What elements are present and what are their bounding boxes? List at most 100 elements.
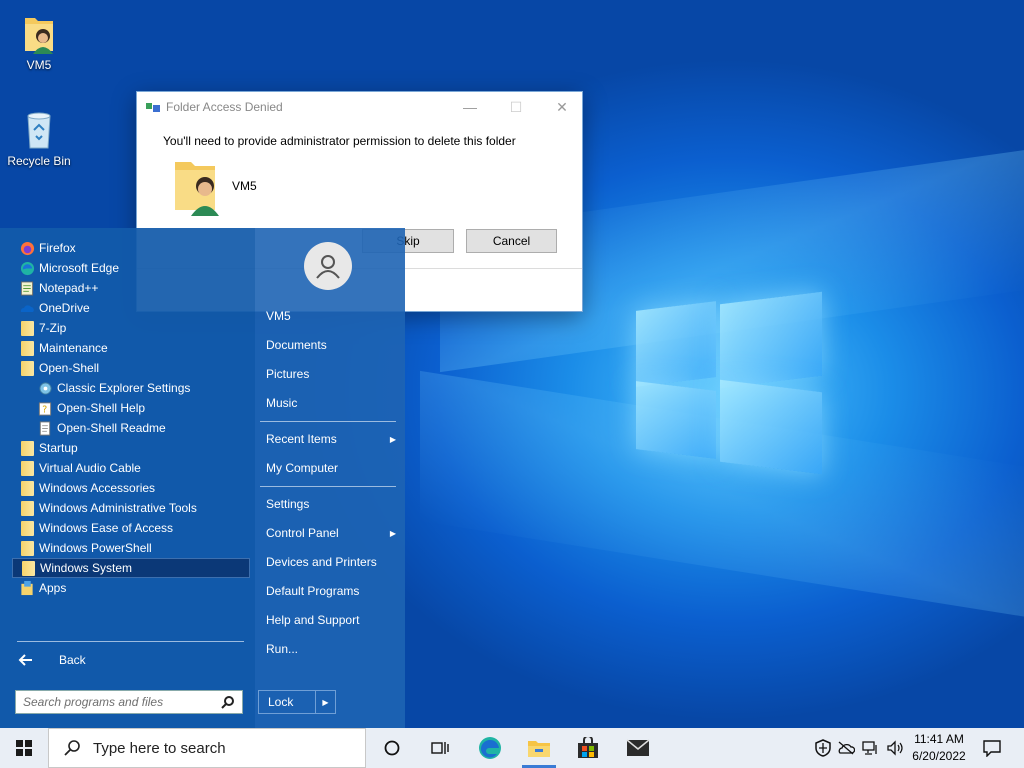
program-item-windows-system[interactable]: Windows System — [12, 558, 250, 578]
place-item-music[interactable]: Music — [266, 393, 396, 413]
program-item-windows-powershell[interactable]: Windows PowerShell — [12, 538, 250, 558]
user-avatar[interactable] — [304, 242, 352, 290]
tray-volume-button[interactable] — [884, 728, 906, 768]
taskbar-clock[interactable]: 11:41 AM 6/20/2022 — [904, 731, 974, 765]
folder-icon — [18, 460, 36, 476]
place-item-vm5[interactable]: VM5 — [266, 306, 396, 326]
program-item-windows-accessories[interactable]: Windows Accessories — [12, 478, 250, 498]
program-item-label: Open-Shell — [39, 361, 100, 375]
program-item-label: Classic Explorer Settings — [57, 381, 191, 395]
program-item-windows-administrative-tools[interactable]: Windows Administrative Tools — [12, 498, 250, 518]
taskbar-mail-button[interactable] — [614, 728, 662, 768]
taskbar-edge-button[interactable] — [466, 728, 514, 768]
program-item-startup[interactable]: Startup — [12, 438, 250, 458]
mail-icon — [626, 739, 650, 756]
cortana-button[interactable] — [368, 728, 416, 768]
tray-security-button[interactable] — [812, 728, 834, 768]
maximize-button[interactable]: ☐ — [493, 92, 539, 122]
place-item-control-panel[interactable]: Control Panel ▶ — [266, 523, 396, 543]
shutdown-options-arrow-icon[interactable]: ▶ — [315, 691, 335, 713]
program-item-windows-ease-of-access[interactable]: Windows Ease of Access — [12, 518, 250, 538]
program-item-label: OneDrive — [39, 301, 90, 315]
program-item-notepad-plus-plus[interactable]: Notepad++ — [12, 278, 250, 298]
desktop-icon-vm5[interactable]: VM5 — [4, 12, 74, 72]
taskbar-search-box[interactable]: Type here to search — [48, 728, 366, 768]
start-menu-places-pane: VM5 Documents Pictures Music Recent Item… — [255, 228, 405, 728]
shield-icon — [815, 739, 831, 757]
desktop-icon-recycle-bin[interactable]: Recycle Bin — [4, 108, 74, 168]
place-item-documents[interactable]: Documents — [266, 335, 396, 355]
minimize-button[interactable]: — — [447, 92, 493, 122]
place-item-devices-and-printers[interactable]: Devices and Printers — [266, 552, 396, 572]
folder-icon — [18, 440, 36, 456]
program-item-7-zip[interactable]: 7-Zip — [12, 318, 250, 338]
cancel-button[interactable]: Cancel — [466, 229, 557, 253]
program-item-virtual-audio-cable[interactable]: Virtual Audio Cable — [12, 458, 250, 478]
program-item-open-shell-help[interactable]: ? Open-Shell Help — [12, 398, 232, 418]
program-item-classic-explorer-settings[interactable]: Classic Explorer Settings — [12, 378, 232, 398]
folder-icon — [18, 360, 36, 376]
program-item-open-shell-readme[interactable]: Open-Shell Readme — [12, 418, 232, 438]
file-explorer-icon — [528, 741, 550, 757]
back-arrow-icon — [18, 654, 32, 666]
place-item-my-computer[interactable]: My Computer — [266, 458, 396, 478]
tray-network-button[interactable] — [860, 728, 882, 768]
place-item-label: My Computer — [266, 461, 339, 475]
taskbar-store-button[interactable] — [564, 728, 612, 768]
program-item-maintenance[interactable]: Maintenance — [12, 338, 250, 358]
windows-logo-wallpaper — [636, 290, 822, 480]
place-item-label: Music — [266, 396, 298, 410]
start-search-placeholder: Search programs and files — [23, 695, 164, 709]
store-bag-icon — [578, 737, 598, 758]
places-divider — [260, 486, 396, 487]
close-button[interactable]: ✕ — [539, 92, 585, 122]
place-item-default-programs[interactable]: Default Programs — [266, 581, 396, 601]
edge-icon — [18, 260, 36, 276]
program-item-label: Maintenance — [39, 341, 108, 355]
task-view-button[interactable] — [416, 728, 464, 768]
program-item-label: Open-Shell Readme — [57, 421, 166, 435]
back-button[interactable]: Back — [18, 649, 86, 671]
lock-button[interactable]: Lock ▶ — [258, 690, 336, 714]
place-item-label: VM5 — [266, 309, 291, 323]
folder-icon — [18, 340, 36, 356]
notepad-plus-plus-icon — [18, 280, 36, 296]
onedrive-icon — [18, 300, 36, 316]
start-button[interactable] — [0, 728, 48, 768]
program-item-onedrive[interactable]: OneDrive — [12, 298, 250, 318]
program-item-open-shell[interactable]: Open-Shell — [12, 358, 250, 378]
place-item-help-and-support[interactable]: Help and Support — [266, 610, 396, 630]
taskbar-file-explorer-button[interactable] — [515, 728, 563, 768]
program-item-firefox[interactable]: Firefox — [12, 238, 250, 258]
edge-icon — [479, 737, 501, 759]
program-item-label: Firefox — [39, 241, 76, 255]
folder-icon — [18, 500, 36, 516]
place-item-settings[interactable]: Settings — [266, 494, 396, 514]
recycle-bin-icon — [27, 112, 51, 149]
place-item-recent-items[interactable]: Recent Items ▶ — [266, 429, 396, 449]
cortana-circle-icon — [384, 740, 400, 756]
search-icon — [64, 740, 80, 756]
network-icon — [862, 741, 877, 755]
program-item-label: Virtual Audio Cable — [39, 461, 141, 475]
explorer-settings-icon — [36, 380, 54, 396]
lock-label: Lock — [268, 695, 294, 709]
back-label: Back — [59, 653, 86, 667]
submenu-arrow-icon: ▶ — [389, 528, 396, 538]
submenu-arrow-icon: ▶ — [389, 434, 396, 444]
place-item-label: Devices and Printers — [266, 555, 377, 569]
tray-onedrive-button[interactable] — [835, 728, 857, 768]
cloud-offline-icon — [838, 741, 855, 755]
start-menu: Firefox Microsoft Edge Notepad++ OneDriv… — [0, 228, 405, 728]
clock-date: 6/20/2022 — [912, 749, 966, 763]
program-item-microsoft-edge[interactable]: Microsoft Edge — [12, 258, 250, 278]
program-item-apps[interactable]: Apps — [12, 578, 250, 598]
place-item-pictures[interactable]: Pictures — [266, 364, 396, 384]
folder-icon — [18, 480, 36, 496]
place-item-run[interactable]: Run... — [266, 639, 396, 659]
folder-icon — [18, 520, 36, 536]
notification-center-button[interactable] — [978, 728, 1006, 768]
folder-move-icon — [146, 103, 160, 112]
dialog-message: You'll need to provide administrator per… — [163, 134, 516, 148]
start-search-input[interactable]: Search programs and files — [15, 690, 243, 714]
